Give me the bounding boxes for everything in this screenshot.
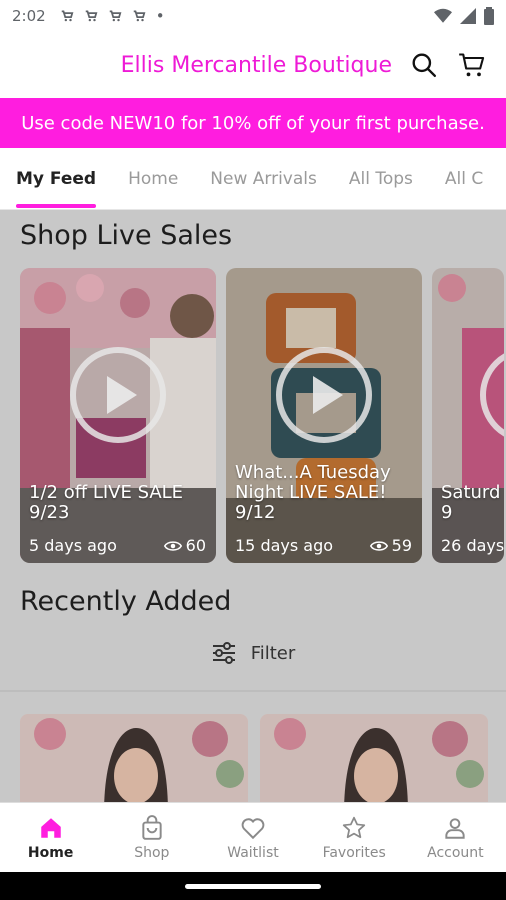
app-header: Ellis Mercantile Boutique (0, 32, 506, 98)
feed-content: Shop Live Sales 1/2 off LIVE SALE 9/23 5… (0, 210, 506, 802)
gesture-bar (0, 872, 506, 900)
nav-label: Shop (134, 844, 170, 861)
eye-icon (163, 540, 182, 551)
nav-label: Waitlist (227, 844, 279, 861)
bottom-nav: Home Shop Waitlist Favorites Account (0, 802, 506, 872)
product-image (20, 714, 248, 802)
nav-waitlist[interactable]: Waitlist (202, 803, 303, 872)
live-sale-views: 60 (185, 536, 206, 555)
person-icon (445, 817, 466, 839)
star-icon (343, 816, 366, 838)
signal-icon (460, 8, 476, 24)
home-icon (40, 817, 61, 838)
product-card[interactable] (20, 714, 248, 802)
tab-all-cut[interactable]: All C (445, 148, 483, 209)
search-icon (412, 53, 437, 78)
live-sale-card[interactable]: Saturd New! 9 26 days (432, 268, 504, 563)
filter-label: Filter (250, 642, 296, 664)
live-sale-age: 15 days ago (235, 536, 334, 555)
wifi-icon (434, 8, 452, 23)
nav-home[interactable]: Home (0, 803, 101, 872)
play-icon (313, 375, 343, 414)
cart-icon (459, 53, 485, 77)
cart-notification-icon (109, 10, 122, 22)
live-sales-title: Shop Live Sales (20, 220, 233, 251)
live-sale-age: 5 days ago (29, 536, 117, 555)
product-image (260, 714, 488, 802)
live-sale-age: 26 days (441, 536, 504, 555)
status-time: 2:02 (12, 7, 46, 25)
tab-my-feed[interactable]: My Feed (16, 148, 97, 209)
live-sale-card[interactable]: What...A Tuesday Night LIVE SALE! 9/12 1… (226, 268, 422, 563)
product-grid (20, 714, 488, 802)
status-dot: • (155, 7, 165, 25)
promo-text: Use code NEW10 for 10% off of your first… (21, 112, 485, 134)
promo-banner[interactable]: Use code NEW10 for 10% off of your first… (0, 98, 506, 148)
status-bar: 2:02 • (0, 0, 506, 32)
cart-notification-icon (133, 10, 146, 22)
live-sale-caption: What...A Tuesday Night LIVE SALE! 9/12 (235, 462, 391, 523)
play-button[interactable] (70, 346, 166, 443)
cart-notification-icon (61, 10, 74, 22)
play-button[interactable] (276, 346, 372, 443)
search-button[interactable] (406, 47, 442, 83)
sliders-icon (212, 642, 235, 664)
nav-favorites[interactable]: Favorites (304, 803, 405, 872)
nav-label: Home (27, 844, 74, 861)
recently-added-title: Recently Added (20, 586, 232, 617)
battery-icon (484, 7, 494, 25)
tab-home[interactable]: Home (128, 148, 178, 209)
category-tabs: My Feed Home New Arrivals All Tops All C (0, 148, 506, 210)
live-sale-card[interactable]: 1/2 off LIVE SALE 9/23 5 days ago 60 (20, 268, 216, 563)
play-icon (107, 375, 137, 414)
live-sale-caption: Saturd New! 9 (441, 482, 504, 523)
home-indicator[interactable] (185, 883, 321, 889)
heart-icon (241, 817, 265, 839)
live-sale-caption: 1/2 off LIVE SALE 9/23 (29, 482, 184, 523)
product-card[interactable] (260, 714, 488, 802)
cart-notification-icon (85, 10, 98, 22)
cart-button[interactable] (454, 47, 490, 83)
divider (0, 690, 506, 692)
store-title[interactable]: Ellis Mercantile Boutique (121, 53, 392, 78)
live-sales-carousel[interactable]: 1/2 off LIVE SALE 9/23 5 days ago 60 Wha… (20, 268, 504, 563)
tab-all-tops[interactable]: All Tops (349, 148, 413, 209)
filter-button[interactable]: Filter (0, 642, 506, 664)
nav-label: Favorites (322, 844, 386, 861)
live-sale-views: 59 (391, 536, 412, 555)
nav-label: Account (427, 844, 484, 861)
eye-icon (369, 540, 388, 551)
tab-new-arrivals[interactable]: New Arrivals (210, 148, 317, 209)
nav-account[interactable]: Account (405, 803, 506, 872)
nav-shop[interactable]: Shop (101, 803, 202, 872)
bag-icon (142, 814, 162, 840)
